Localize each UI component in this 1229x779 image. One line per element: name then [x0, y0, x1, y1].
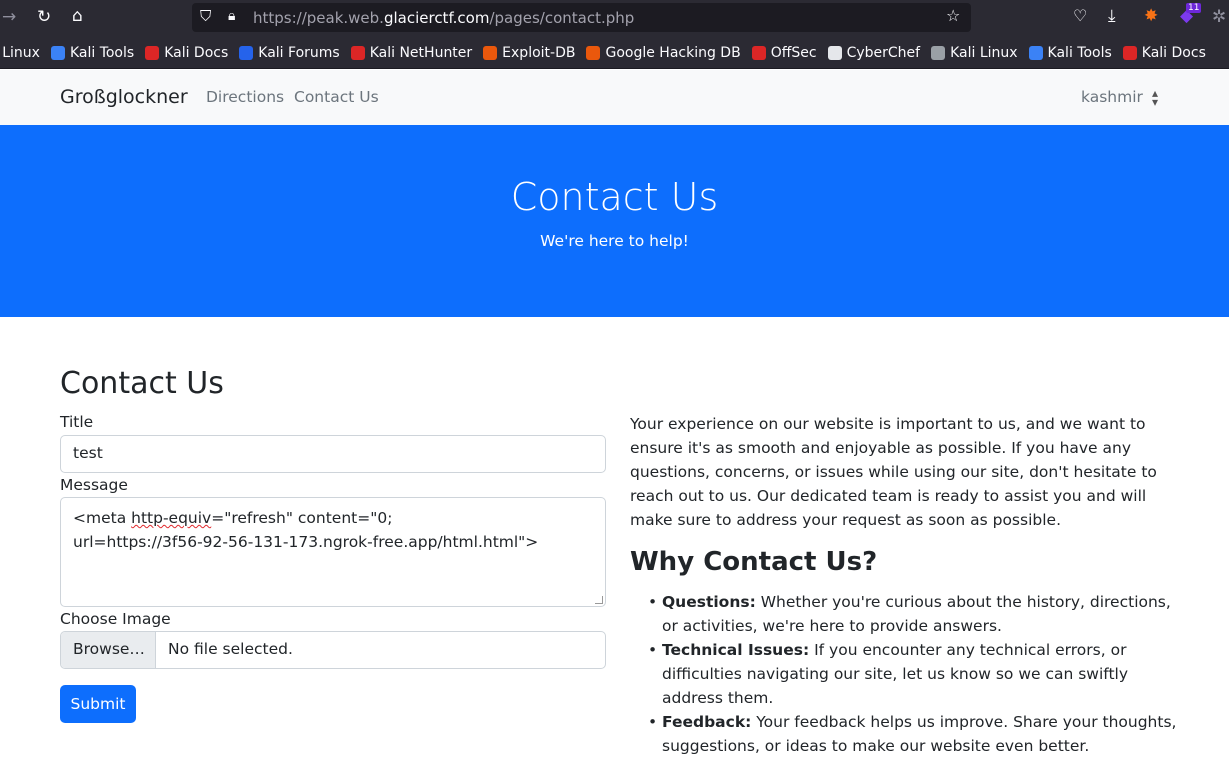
hero-subtitle: We're here to help!	[540, 232, 689, 250]
why-contact-heading: Why Contact Us?	[630, 547, 878, 577]
nav-link-contact[interactable]: Contact Us	[294, 88, 379, 106]
bookmark-label: li Linux	[0, 44, 40, 61]
bookmark-star-icon[interactable]: ☆	[946, 8, 960, 24]
image-file-input[interactable]: Browse… No file selected.	[60, 631, 606, 669]
extension-icon[interactable]: ✸	[1144, 8, 1158, 25]
user-dropdown[interactable]: kashmir	[1081, 88, 1143, 106]
reasons-list: Questions: Whether you're curious about …	[630, 590, 1190, 758]
submit-button[interactable]: Submit	[60, 685, 136, 723]
forward-arrow-icon[interactable]: →	[2, 9, 16, 26]
bookmark-favicon-icon	[145, 45, 160, 60]
bookmark-favicon-icon	[1122, 45, 1137, 60]
url-bar[interactable]: ⛉ 🔒︎ https://peak.web.glacierctf.com/pag…	[192, 3, 971, 32]
bookmark-item[interactable]: CyberChef	[827, 44, 921, 61]
file-status: No file selected.	[168, 640, 293, 658]
bookmarks-bar: li Linux Kali Tools Kali Docs Kali Forums Ka…	[0, 36, 1229, 69]
bookmark-item[interactable]: Kali Tools	[50, 44, 135, 61]
bookmark-item[interactable]: li Linux	[0, 45, 40, 61]
puzzle-icon[interactable]: ✲	[1212, 9, 1226, 26]
message-line-1: <meta http-equiv="refresh" content="0;	[73, 509, 393, 527]
home-icon[interactable]: ⌂	[72, 8, 83, 25]
bookmark-label: Kali Tools	[69, 44, 135, 61]
url-text[interactable]: https://peak.web.glacierctf.com/pages/co…	[253, 9, 634, 27]
image-label: Choose Image	[60, 610, 171, 628]
bookmark-favicon-icon	[483, 45, 498, 60]
dropdown-caret-icon[interactable]: ▴ ▾	[1152, 87, 1158, 108]
bookmark-favicon-icon	[1028, 45, 1043, 60]
message-line-2: url=https://3f56-92-56-131-173.ngrok-fre…	[73, 533, 539, 551]
bookmark-favicon-icon	[586, 45, 601, 60]
bookmark-label: Kali Docs	[1141, 44, 1206, 61]
list-item: Technical Issues: If you encounter any t…	[630, 638, 1190, 710]
bookmark-label: CyberChef	[846, 44, 921, 61]
bookmark-item[interactable]: Kali Linux	[931, 44, 1018, 61]
title-input[interactable]: test	[60, 435, 606, 473]
browser-toolbar: → ↻ ⌂ ⛉ 🔒︎ https://peak.web.glacierctf.c…	[0, 0, 1229, 36]
bookmark-label: Kali Linux	[950, 44, 1018, 61]
nav-link-directions[interactable]: Directions	[206, 88, 284, 106]
extension-badge-count: 11	[1186, 3, 1202, 13]
bookmark-favicon-icon	[350, 45, 365, 60]
reload-icon[interactable]: ↻	[37, 9, 51, 26]
shield-icon[interactable]: ⛉	[200, 9, 211, 24]
bookmark-item[interactable]: Kali Docs	[1122, 44, 1206, 61]
bookmark-label: Exploit-DB	[502, 44, 576, 61]
bookmark-item[interactable]: Kali Forums	[239, 44, 340, 61]
bookmark-item[interactable]: Kali Tools	[1028, 44, 1112, 61]
bookmark-item[interactable]: Kali NetHunter	[350, 44, 473, 61]
bookmark-item[interactable]: Google Hacking DB	[586, 44, 741, 61]
lock-icon[interactable]: 🔒︎	[228, 9, 235, 23]
download-icon[interactable]: ⤓	[1108, 8, 1116, 25]
bookmark-label: Kali Forums	[258, 44, 340, 61]
bookmark-item[interactable]: Kali Docs	[145, 45, 228, 61]
bookmark-label: Kali NetHunter	[369, 44, 473, 61]
message-label: Message	[60, 476, 128, 494]
pocket-icon[interactable]: ♡	[1073, 8, 1087, 24]
list-item: Feedback: Your feedback helps us improve…	[630, 710, 1190, 758]
bookmark-favicon-icon	[50, 45, 65, 60]
hero-banner: Contact Us We're here to help!	[0, 125, 1229, 317]
bookmarks-list: li Linux Kali Tools Kali Docs Kali Forums Ka…	[0, 36, 1217, 69]
bookmark-favicon-icon	[239, 45, 254, 60]
hero-title: Contact Us	[510, 175, 719, 219]
bookmark-item[interactable]: OffSec	[751, 44, 817, 61]
bookmark-favicon-icon	[931, 45, 946, 60]
bookmark-label: OffSec	[770, 44, 817, 61]
bookmark-label: Google Hacking DB	[605, 44, 741, 61]
resize-handle-icon[interactable]	[595, 596, 603, 604]
bookmark-item[interactable]: Exploit-DB	[483, 45, 575, 61]
bookmark-favicon-icon	[827, 45, 842, 60]
bookmark-favicon-icon	[751, 45, 766, 60]
title-label: Title	[60, 413, 94, 431]
intro-text: Your experience on our website is import…	[630, 415, 1157, 529]
bookmark-label: Kali Docs	[164, 44, 229, 61]
bookmark-label: Kali Tools	[1047, 44, 1112, 61]
browse-button[interactable]: Browse…	[61, 632, 156, 668]
form-heading: Contact Us	[60, 366, 224, 401]
list-item: Questions: Whether you're curious about …	[630, 590, 1190, 638]
site-navbar: Großglockner Directions Contact Us kashm…	[0, 70, 1229, 125]
message-textarea[interactable]: <meta http-equiv="refresh" content="0; u…	[60, 497, 606, 607]
brand-link[interactable]: Großglockner	[60, 86, 188, 108]
